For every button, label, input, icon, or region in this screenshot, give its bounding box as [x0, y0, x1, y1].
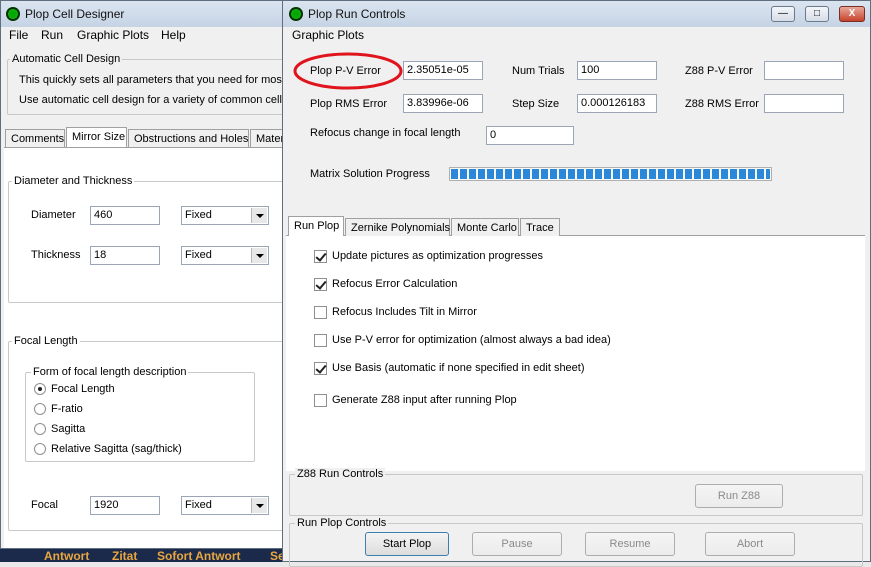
cell-designer-titlebar[interactable]: Plop Cell Designer — [1, 1, 291, 27]
option-label: Update pictures as optimization progress… — [332, 250, 543, 262]
option-label: Refocus Includes Tilt in Mirror — [332, 306, 477, 318]
option-label: Use P-V error for optimization (almost a… — [332, 334, 611, 346]
checkbox-refocus-tilt[interactable] — [314, 306, 327, 319]
run-z88-button[interactable]: Run Z88 — [695, 484, 783, 508]
app-icon — [6, 7, 20, 21]
tab-zernike[interactable]: Zernike Polynomials — [345, 218, 450, 236]
rms-error-field[interactable]: 3.83996e-06 — [403, 94, 483, 113]
z88-pv-field[interactable] — [764, 61, 844, 80]
checkbox-refocus-error[interactable] — [314, 278, 327, 291]
radio-focal-length[interactable] — [34, 383, 46, 395]
minimize-button[interactable]: — — [771, 6, 795, 22]
pv-error-field[interactable]: 2.35051e-05 — [403, 61, 483, 80]
menu-help[interactable]: Help — [161, 28, 186, 42]
focal-label: Focal — [31, 499, 58, 511]
thickness-label: Thickness — [31, 249, 81, 261]
thickness-input[interactable]: 18 — [90, 246, 160, 265]
progress-label: Matrix Solution Progress — [310, 168, 430, 180]
checkbox-use-pv[interactable] — [314, 334, 327, 347]
tab-mirror-size[interactable]: Mirror Size — [66, 127, 127, 147]
menu-run[interactable]: Run — [41, 28, 63, 42]
checkbox-generate-z88[interactable] — [314, 394, 327, 407]
checkbox-use-basis[interactable] — [314, 362, 327, 375]
auto-design-group — [7, 59, 291, 115]
run-controls-titlebar[interactable]: Plop Run Controls — □ X — [283, 1, 870, 27]
step-size-label: Step Size — [512, 98, 560, 110]
auto-design-group-label: Automatic Cell Design — [10, 53, 123, 65]
window-title: Plop Run Controls — [308, 7, 406, 21]
radio-label: F-ratio — [51, 403, 83, 415]
matrix-progress-bar — [449, 167, 772, 181]
pause-button[interactable]: Pause — [472, 532, 562, 556]
rms-error-label: Plop RMS Error — [310, 98, 388, 110]
taskbar-item[interactable]: Sofort Antwort — [157, 549, 241, 563]
thickness-mode-select[interactable]: Fixed — [181, 246, 269, 265]
tab-monte-carlo[interactable]: Monte Carlo — [451, 218, 519, 236]
maximize-button[interactable]: □ — [805, 6, 829, 22]
radio-f-ratio[interactable] — [34, 403, 46, 415]
z88-pv-label: Z88 P-V Error — [685, 65, 753, 77]
radio-label: Relative Sagitta (sag/thick) — [51, 443, 182, 455]
window-title: Plop Cell Designer — [25, 7, 125, 21]
radio-relative-sagitta[interactable] — [34, 443, 46, 455]
start-plop-button[interactable]: Start Plop — [365, 532, 449, 556]
z88-controls-label: Z88 Run Controls — [295, 468, 386, 480]
chevron-down-icon[interactable] — [251, 498, 267, 513]
radio-label: Sagitta — [51, 423, 86, 435]
tab-trace[interactable]: Trace — [520, 218, 560, 236]
menu-file[interactable]: File — [9, 28, 28, 42]
option-label: Refocus Error Calculation — [332, 278, 458, 290]
focal-length-group-label: Focal Length — [12, 335, 80, 347]
menu-bar: File Run Graphic Plots Help — [1, 27, 291, 45]
abort-button[interactable]: Abort — [705, 532, 795, 556]
run-tab-panel — [286, 235, 865, 471]
close-button[interactable]: X — [839, 6, 865, 22]
z88-rms-label: Z88 RMS Error — [685, 98, 759, 110]
highlight-circle — [293, 52, 403, 90]
taskbar-item[interactable]: Zitat — [112, 549, 137, 563]
z88-rms-field[interactable] — [764, 94, 844, 113]
taskbar-item[interactable]: Antwort — [44, 549, 89, 563]
diameter-input[interactable]: 460 — [90, 206, 160, 225]
focal-form-label: Form of focal length description — [31, 366, 189, 378]
menu-graphic-plots[interactable]: Graphic Plots — [292, 28, 364, 42]
option-label: Generate Z88 input after running Plop — [332, 394, 517, 406]
progress-fill — [451, 169, 770, 179]
focal-input[interactable]: 1920 — [90, 496, 160, 515]
focal-mode-select[interactable]: Fixed — [181, 496, 269, 515]
chevron-down-icon[interactable] — [251, 248, 267, 263]
refocus-input[interactable]: 0 — [486, 126, 574, 145]
tab-obstructions[interactable]: Obstructions and Holes — [128, 129, 249, 147]
auto-design-text: This quickly sets all parameters that yo… — [19, 74, 294, 86]
radio-label: Focal Length — [51, 383, 115, 395]
tab-comments[interactable]: Comments — [5, 129, 65, 147]
tab-run-plop[interactable]: Run Plop — [288, 216, 344, 236]
diameter-label: Diameter — [31, 209, 76, 221]
refocus-label: Refocus change in focal length — [310, 127, 461, 139]
resume-button[interactable]: Resume — [585, 532, 675, 556]
menu-graphic-plots[interactable]: Graphic Plots — [77, 28, 149, 42]
run-controls-window: Plop Run Controls — □ X Graphic Plots Pl… — [282, 0, 871, 567]
plop-controls-label: Run Plop Controls — [295, 517, 389, 529]
cell-designer-window: Plop Cell Designer File Run Graphic Plot… — [0, 0, 294, 549]
radio-sagitta[interactable] — [34, 423, 46, 435]
checkbox-update-pictures[interactable] — [314, 250, 327, 263]
num-trials-input[interactable]: 100 — [577, 61, 657, 80]
option-label: Use Basis (automatic if none specified i… — [332, 362, 585, 374]
num-trials-label: Num Trials — [512, 65, 565, 77]
diameter-thickness-label: Diameter and Thickness — [12, 175, 135, 187]
menu-bar: Graphic Plots — [283, 27, 870, 45]
diameter-thickness-group — [8, 181, 292, 303]
chevron-down-icon[interactable] — [251, 208, 267, 223]
auto-design-text: Use automatic cell design for a variety … — [19, 94, 291, 106]
step-size-input[interactable]: 0.000126183 — [577, 94, 657, 113]
app-icon — [289, 7, 303, 21]
diameter-mode-select[interactable]: Fixed — [181, 206, 269, 225]
